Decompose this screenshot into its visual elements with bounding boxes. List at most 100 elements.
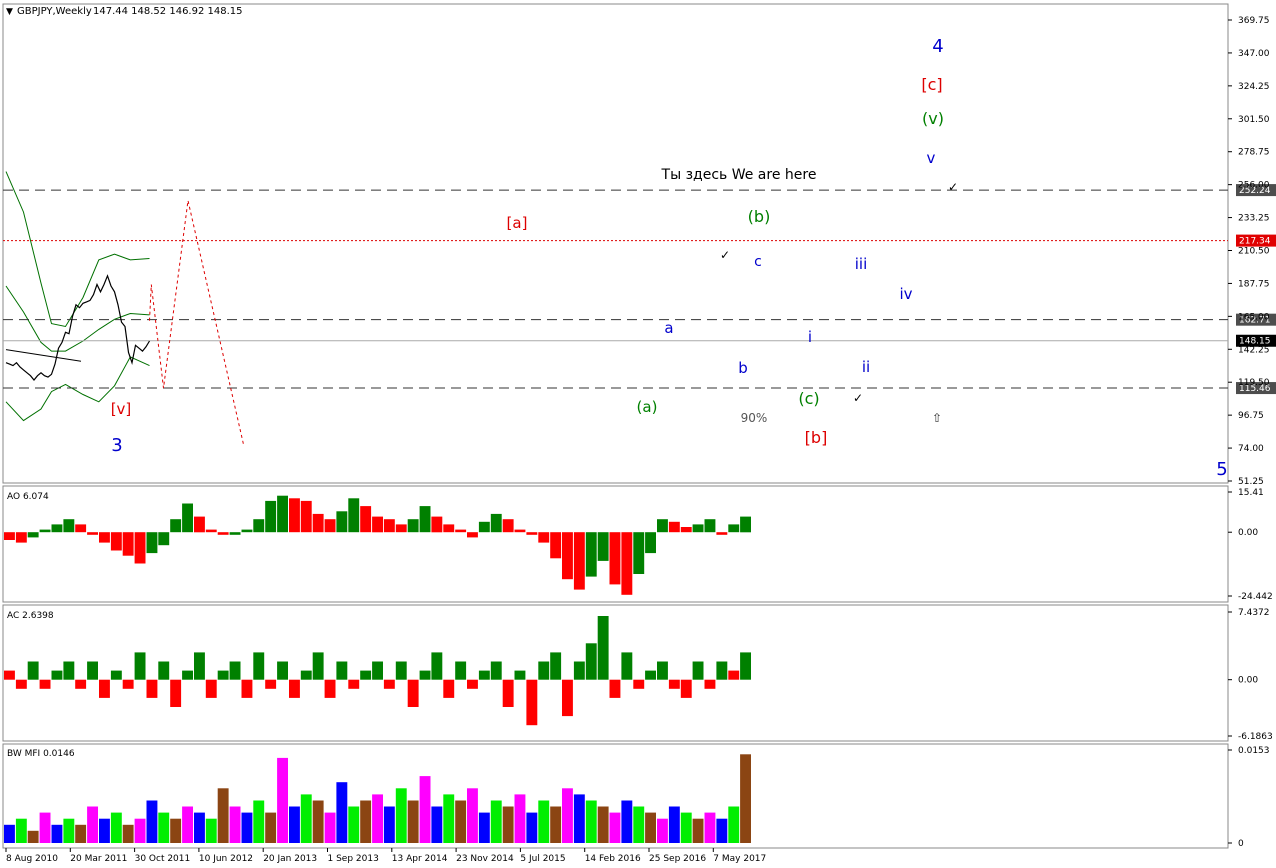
ao-bar xyxy=(573,532,585,590)
ac-bar xyxy=(716,661,728,680)
ac-bar xyxy=(229,661,241,680)
wave-label: (v) xyxy=(922,109,944,128)
wave-label: 90% xyxy=(741,411,768,425)
wave-label: Ты здесь We are here xyxy=(661,167,817,183)
mfi-bar xyxy=(289,806,300,843)
price-ytick-label: 142.25 xyxy=(1238,345,1270,355)
price-ytick-label: 301.50 xyxy=(1238,115,1270,125)
ao-bar xyxy=(657,519,668,533)
ac-bar xyxy=(455,661,467,680)
x-tick-label: 23 Nov 2014 xyxy=(456,854,514,864)
mfi-title: BW MFI 0.0146 xyxy=(7,749,75,759)
ao-bar xyxy=(217,532,229,535)
x-tick-label: 25 Sep 2016 xyxy=(649,854,706,864)
ac-bar xyxy=(4,670,15,680)
mfi-bar xyxy=(205,818,217,843)
ac-bar xyxy=(253,652,265,680)
mfi-bar xyxy=(728,806,740,843)
mfi-bar xyxy=(740,754,751,843)
ac-bar xyxy=(621,652,633,680)
ac-bar xyxy=(146,679,158,698)
mfi-bar xyxy=(27,830,39,843)
mfi-bar xyxy=(383,806,395,843)
x-tick-label: 14 Feb 2016 xyxy=(585,854,641,864)
mfi-bar xyxy=(467,788,478,843)
ac-bar xyxy=(383,679,395,689)
mfi-bar xyxy=(182,806,193,843)
ao-bar xyxy=(372,516,383,533)
wave-label: (b) xyxy=(748,207,771,226)
ac-bar xyxy=(431,652,443,680)
wave-label: b xyxy=(738,359,748,377)
mfi-bar xyxy=(633,806,645,843)
chart-root: ▼ GBPJPY,Weekly 147.44 148.52 146.92 148… xyxy=(0,0,1276,868)
mfi-bar xyxy=(455,800,467,843)
price-ytick-label: 74.00 xyxy=(1238,444,1264,454)
mfi-bar xyxy=(170,818,182,843)
ao-bar xyxy=(75,524,87,533)
mfi-bar xyxy=(407,800,419,843)
mfi-bar xyxy=(395,788,407,843)
wave-label: 4 xyxy=(932,36,943,57)
ao-bar xyxy=(621,532,633,595)
mfi-bar xyxy=(502,806,514,843)
mfi-bar xyxy=(217,788,229,843)
ao-bar xyxy=(407,519,419,533)
mfi-bar xyxy=(146,800,158,843)
ac-title: AC 2.6398 xyxy=(7,611,54,621)
ac-bar xyxy=(467,679,478,689)
mfi-bar xyxy=(63,818,75,843)
mfi-bar xyxy=(87,806,98,843)
ao-ytick-label: 0.00 xyxy=(1238,528,1258,538)
ao-bar xyxy=(229,532,241,535)
ac-bar xyxy=(490,661,502,680)
ao-bar xyxy=(253,519,265,533)
x-tick-label: 1 Sep 2013 xyxy=(328,854,379,864)
mfi-bar xyxy=(336,782,348,843)
ac-bar xyxy=(194,652,205,680)
ac-bar xyxy=(692,661,704,680)
mfi-bar xyxy=(692,818,704,843)
mfi-bar xyxy=(431,806,443,843)
x-tick-label: 20 Mar 2011 xyxy=(70,854,127,864)
mfi-bar xyxy=(585,800,597,843)
x-tick-label: 30 Oct 2011 xyxy=(135,854,191,864)
wave-label: iv xyxy=(899,285,912,303)
mfi-bar xyxy=(348,806,360,843)
ac-bar xyxy=(134,652,146,680)
ac-bar xyxy=(704,679,716,689)
mfi-bar xyxy=(134,818,146,843)
mfi-bar xyxy=(680,812,692,843)
symbol-timeframe: GBPJPY,Weekly xyxy=(17,6,92,17)
ao-bar xyxy=(170,519,182,533)
ao-bar xyxy=(443,524,455,533)
ao-bar xyxy=(645,532,656,554)
ao-bar xyxy=(514,529,526,533)
wave-label: (a) xyxy=(637,398,658,416)
ac-bar xyxy=(63,661,75,680)
mfi-bar xyxy=(265,812,277,843)
mfi-bar xyxy=(372,794,383,843)
header-arrow: ▼ xyxy=(6,7,13,17)
ao-bar xyxy=(289,498,300,533)
mfi-bar xyxy=(419,776,431,843)
mfi-bar xyxy=(514,794,526,843)
ao-bar xyxy=(728,524,740,533)
ao-bar xyxy=(205,529,217,533)
ac-bar xyxy=(205,679,217,698)
ac-bar xyxy=(502,679,514,707)
ac-bar xyxy=(324,679,336,698)
ac-bar xyxy=(538,661,550,680)
ac-bar xyxy=(99,679,110,698)
mfi-bar xyxy=(657,818,668,843)
ao-bar xyxy=(633,532,645,574)
ac-bar xyxy=(372,661,383,680)
ac-bar xyxy=(241,679,253,698)
level-badge-label: 217.34 xyxy=(1239,237,1271,247)
ac-bar xyxy=(633,679,645,689)
mfi-bar xyxy=(526,812,538,843)
ao-bar xyxy=(87,532,98,535)
ac-bar xyxy=(336,661,348,680)
ao-bar xyxy=(704,519,716,533)
price-ytick-label: 347.00 xyxy=(1238,49,1270,59)
